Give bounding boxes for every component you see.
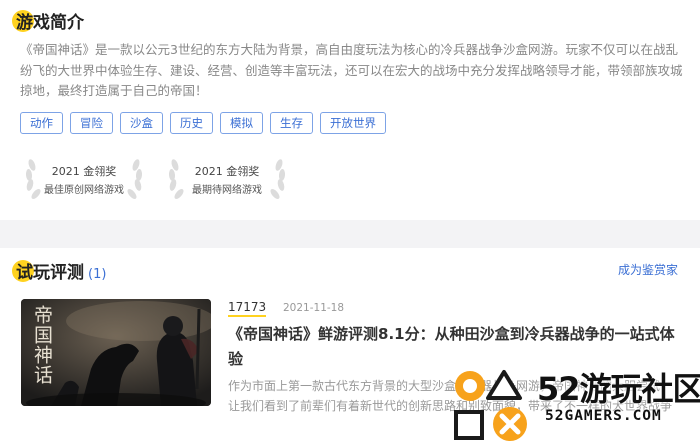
award-category: 最佳原创网络游戏 bbox=[44, 185, 124, 196]
review-date: 2021-11-18 bbox=[283, 302, 345, 314]
intro-section-title: 游戏简介 bbox=[12, 8, 84, 33]
intro-title-text: 游戏简介 bbox=[16, 13, 84, 33]
review-source: 17173 bbox=[228, 300, 267, 317]
award-year-name: 2021 金翎奖 bbox=[51, 165, 117, 178]
genre-tag[interactable]: 动作 bbox=[20, 112, 63, 134]
award-category: 最期待网络游戏 bbox=[192, 185, 262, 196]
genre-tag[interactable]: 开放世界 bbox=[320, 112, 386, 134]
award-badge: 2021 金翎奖 最期待网络游戏 bbox=[164, 155, 290, 203]
game-description: 《帝国神话》是一款以公元3世纪的东方大陆为背景，高自由度玩法为核心的冷兵器战争沙… bbox=[20, 42, 683, 98]
artwork-calligraphy-title: 帝国神话 bbox=[31, 305, 53, 385]
genre-tag-list: 动作 冒险 沙盒 历史 模拟 生存 开放世界 bbox=[20, 112, 386, 134]
genre-tag[interactable]: 生存 bbox=[270, 112, 313, 134]
watermark-site-name: 52游玩社区 bbox=[537, 370, 700, 408]
reviews-title-text: 试玩评测 bbox=[16, 263, 84, 283]
review-count: (1) bbox=[88, 267, 107, 282]
genre-tag[interactable]: 冒险 bbox=[70, 112, 113, 134]
award-year-name: 2021 金翎奖 bbox=[194, 165, 260, 178]
reviews-section-title: 试玩评测 (1) bbox=[12, 258, 107, 283]
become-reviewer-link[interactable]: 成为鉴赏家 bbox=[618, 261, 678, 278]
section-divider bbox=[0, 220, 700, 248]
award-badge: 2021 金翎奖 最佳原创网络游戏 bbox=[21, 155, 147, 203]
watermark-domain: 52GAMERS.COM bbox=[545, 408, 662, 424]
genre-tag[interactable]: 历史 bbox=[170, 112, 213, 134]
watermark-logo-icon bbox=[454, 370, 527, 441]
review-thumbnail[interactable]: 帝国神话 bbox=[21, 299, 211, 406]
genre-tag[interactable]: 模拟 bbox=[220, 112, 263, 134]
genre-tag[interactable]: 沙盒 bbox=[120, 112, 163, 134]
